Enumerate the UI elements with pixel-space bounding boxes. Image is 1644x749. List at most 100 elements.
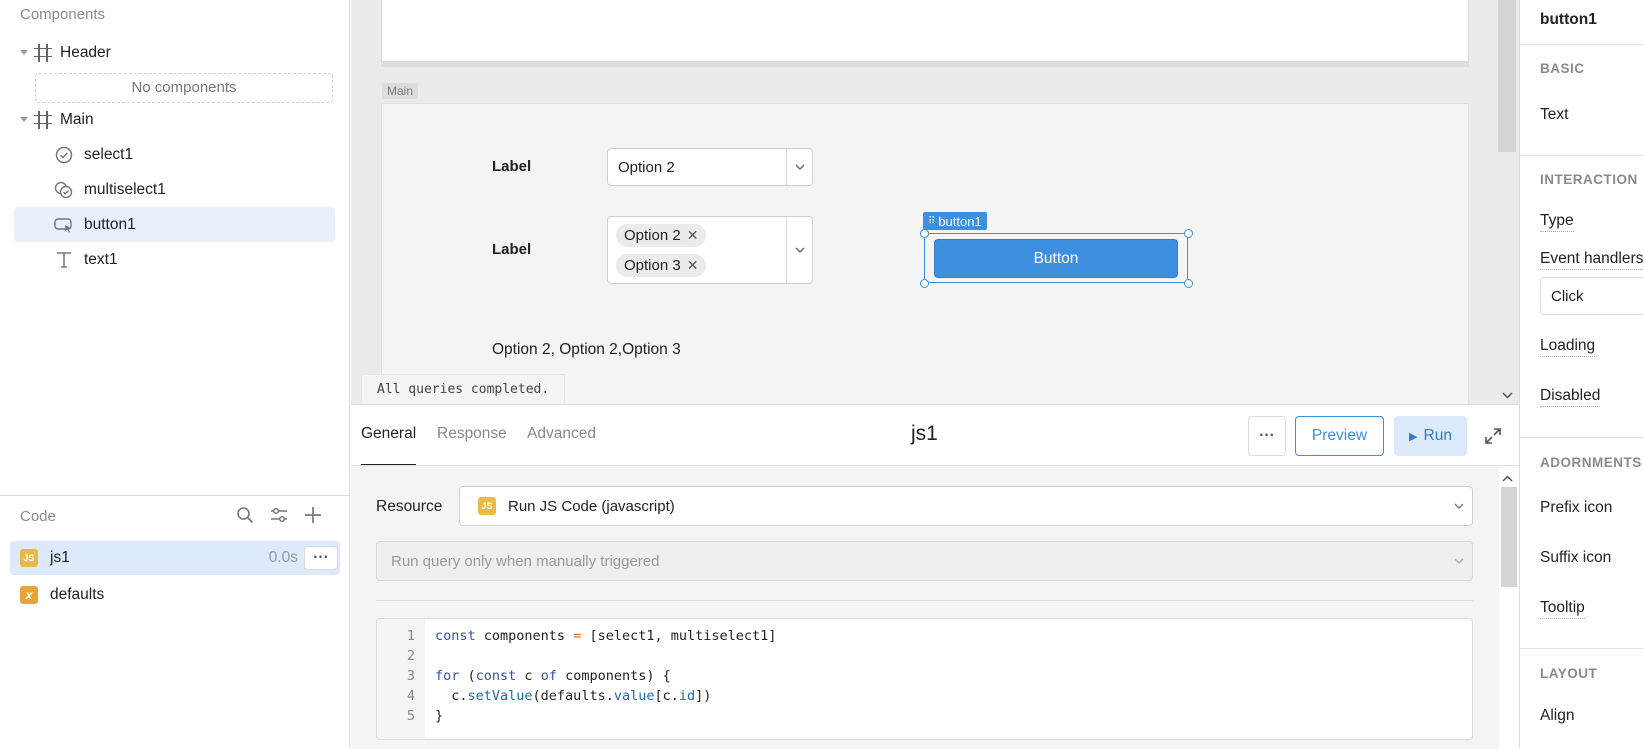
more-options-button[interactable]: ··· [1248, 416, 1286, 456]
section-basic[interactable]: BASIC [1540, 61, 1585, 76]
tree-item-label: Main [60, 110, 94, 128]
chevron-down-icon[interactable] [1454, 503, 1464, 509]
query-item-js1[interactable]: JS js1 0.0s ··· [10, 541, 340, 575]
canvas-scrollbar[interactable] [1498, 0, 1516, 152]
tree-item-header[interactable]: Header [14, 35, 335, 70]
collapse-caret-icon[interactable] [20, 117, 28, 122]
scroll-down-icon[interactable] [1502, 386, 1513, 403]
selection-tag-label: button1 [938, 213, 982, 229]
chevron-down-icon[interactable] [786, 217, 812, 283]
divider [0, 495, 350, 496]
trigger-select[interactable]: Run query only when manually triggered [376, 541, 1473, 581]
resize-handle[interactable] [920, 279, 929, 288]
chevron-down-icon[interactable] [786, 149, 812, 185]
header-frame[interactable] [381, 0, 1469, 62]
tree-item-main[interactable]: Main [14, 102, 335, 137]
type-property[interactable]: Type [1540, 212, 1574, 232]
resize-handle[interactable] [1184, 279, 1193, 288]
collapse-caret-icon[interactable] [20, 50, 28, 55]
align-property[interactable]: Align [1540, 707, 1574, 725]
multiselect-icon [54, 180, 74, 200]
divider [1520, 648, 1644, 649]
tab-response[interactable]: Response [437, 425, 507, 443]
tab-general[interactable]: General [361, 425, 416, 443]
code-line: for (const c of components) { [435, 668, 671, 684]
resize-handle[interactable] [1184, 229, 1193, 238]
main-frame-tag: Main [382, 83, 419, 99]
tree-item-multiselect1[interactable]: multiselect1 [14, 172, 335, 207]
button1[interactable]: Button [934, 239, 1178, 278]
query-item-defaults[interactable]: x defaults [10, 578, 340, 612]
chip-label: Option 3 [624, 257, 681, 274]
preview-button[interactable]: Preview [1295, 416, 1384, 456]
text1-value: Option 2, Option 2,Option 3 [492, 341, 681, 358]
line-number: 2 [406, 648, 415, 664]
remove-chip-icon[interactable]: ✕ [687, 257, 699, 274]
button-icon [54, 215, 74, 235]
frame-icon [34, 110, 52, 129]
select-label: Label [492, 158, 532, 175]
section-adornments[interactable]: ADORNMENTS [1540, 455, 1642, 470]
run-label: Run [1423, 427, 1452, 444]
suffix-icon-property[interactable]: Suffix icon [1540, 549, 1611, 567]
tree-item-select1[interactable]: select1 [14, 137, 335, 172]
tab-advanced[interactable]: Advanced [527, 425, 596, 443]
expand-icon[interactable] [1484, 427, 1502, 449]
multiselect-label: Label [492, 241, 532, 258]
divider [376, 600, 1473, 601]
event-handler-label: Click [1551, 287, 1584, 305]
multiselect1-input[interactable]: Option 2 ✕ Option 3 ✕ [607, 216, 813, 284]
resize-handle[interactable] [920, 229, 929, 238]
event-handler-click[interactable]: Click [1540, 277, 1644, 315]
frame-icon [34, 43, 52, 62]
divider [1520, 437, 1644, 438]
more-options-button[interactable]: ··· [304, 546, 338, 570]
code-line: c.setValue(defaults.value[c.id]) [435, 688, 712, 704]
chip: Option 2 ✕ [616, 224, 707, 247]
section-interaction[interactable]: INTERACTION [1540, 172, 1638, 187]
text-property[interactable]: Text [1540, 106, 1568, 124]
disabled-property[interactable]: Disabled [1540, 387, 1601, 407]
button1-selection-tag[interactable]: ⠿ button1 [923, 212, 987, 230]
prefix-icon-property[interactable]: Prefix icon [1540, 499, 1612, 517]
code-line: const components = [select1, multiselect… [435, 628, 777, 644]
drag-handle-icon[interactable]: ⠿ [928, 216, 935, 227]
divider [1520, 44, 1644, 45]
code-editor[interactable]: 1 2 3 4 5 const components = [select1, m… [376, 618, 1473, 740]
select-icon [54, 145, 74, 165]
editor-canvas: Main Label Option 2 Label Option 2 ✕ Opti… [351, 0, 1519, 404]
tree-item-label: text1 [84, 250, 118, 268]
loading-property[interactable]: Loading [1540, 337, 1596, 357]
line-number: 4 [406, 688, 415, 704]
resource-select[interactable]: JS Run JS Code (javascript) [459, 486, 1473, 526]
js-badge-icon: JS [478, 497, 496, 515]
query-scrollbar[interactable] [1501, 487, 1517, 587]
js-badge-icon: JS [20, 549, 38, 567]
divider [1520, 155, 1644, 156]
line-number: 1 [406, 628, 415, 644]
play-icon: ▶ [1409, 430, 1418, 443]
select1-dropdown[interactable]: Option 2 [607, 148, 813, 186]
search-icon[interactable] [236, 506, 254, 529]
tree-item-button1[interactable]: button1 [14, 207, 335, 242]
inspector-title[interactable]: button1 [1540, 11, 1597, 29]
tree-item-label: select1 [84, 145, 134, 163]
add-icon[interactable] [304, 506, 322, 529]
code-line: } [435, 708, 444, 724]
tree-item-label: Header [60, 43, 111, 61]
remove-chip-icon[interactable]: ✕ [687, 227, 699, 244]
tree-item-label: button1 [84, 215, 136, 233]
scroll-up-icon[interactable] [1502, 469, 1513, 486]
chevron-down-icon[interactable] [1454, 558, 1464, 564]
section-layout[interactable]: LAYOUT [1540, 666, 1597, 681]
line-number: 3 [406, 668, 415, 684]
text-icon [54, 250, 74, 270]
run-button[interactable]: ▶ Run [1394, 416, 1467, 456]
query-label: defaults [50, 586, 105, 603]
tooltip-property[interactable]: Tooltip [1540, 599, 1585, 619]
tree-item-text1[interactable]: text1 [14, 242, 335, 277]
event-handlers-property[interactable]: Event handlers [1540, 250, 1644, 270]
filter-settings-icon[interactable] [270, 506, 288, 529]
inspector-panel: button1 BASIC Text INTERACTION Type Even… [1519, 0, 1644, 748]
query-label: js1 [50, 549, 70, 566]
